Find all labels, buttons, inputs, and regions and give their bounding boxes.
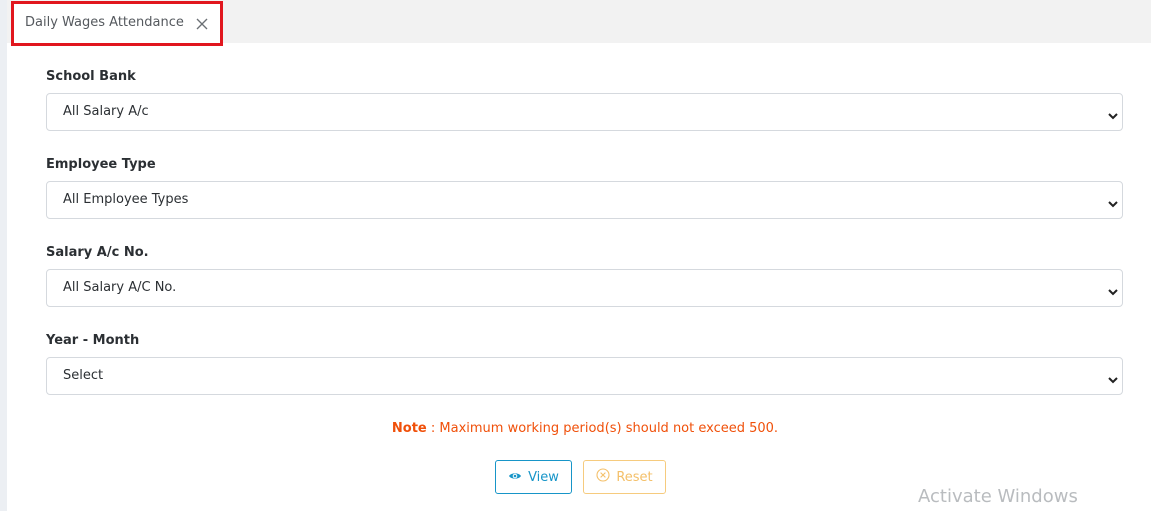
school-bank-select[interactable]: All Salary A/c bbox=[46, 93, 1123, 131]
note-prefix: Note bbox=[391, 421, 427, 436]
chevron-down-icon bbox=[1107, 107, 1119, 120]
year-month-select[interactable]: Select bbox=[46, 357, 1123, 395]
view-button[interactable]: View bbox=[495, 460, 572, 494]
year-month-label: Year - Month bbox=[46, 333, 140, 348]
chevron-down-icon bbox=[1107, 283, 1119, 296]
note-text: : Maximum working period(s) should not e… bbox=[426, 421, 779, 436]
chevron-down-icon bbox=[1107, 195, 1119, 208]
employee-type-select[interactable]: All Employee Types bbox=[46, 181, 1123, 219]
close-icon[interactable] bbox=[194, 16, 210, 32]
note-message: Note : Maximum working period(s) should … bbox=[0, 421, 1151, 436]
employee-type-label: Employee Type bbox=[46, 157, 156, 172]
activate-windows-watermark: Activate Windows bbox=[918, 486, 1078, 507]
school-bank-label: School Bank bbox=[46, 69, 136, 84]
close-circle-icon bbox=[596, 468, 610, 486]
tab-title: Daily Wages Attendance bbox=[25, 15, 184, 30]
salary-ac-no-select[interactable]: All Salary A/C No. bbox=[46, 269, 1123, 307]
eye-icon bbox=[508, 470, 522, 485]
employee-type-value: All Employee Types bbox=[63, 192, 189, 207]
reset-button[interactable]: Reset bbox=[583, 460, 666, 494]
year-month-value: Select bbox=[63, 368, 104, 383]
reset-label: Reset bbox=[616, 469, 653, 485]
chevron-down-icon bbox=[1107, 371, 1119, 384]
tab-daily-wages-attendance[interactable]: Daily Wages Attendance bbox=[11, 1, 223, 46]
salary-ac-no-value: All Salary A/C No. bbox=[63, 280, 177, 295]
page: Daily Wages Attendance School Bank All S… bbox=[0, 0, 1151, 511]
salary-ac-no-label: Salary A/c No. bbox=[46, 245, 149, 260]
school-bank-value: All Salary A/c bbox=[63, 104, 149, 119]
view-label: View bbox=[528, 469, 559, 485]
